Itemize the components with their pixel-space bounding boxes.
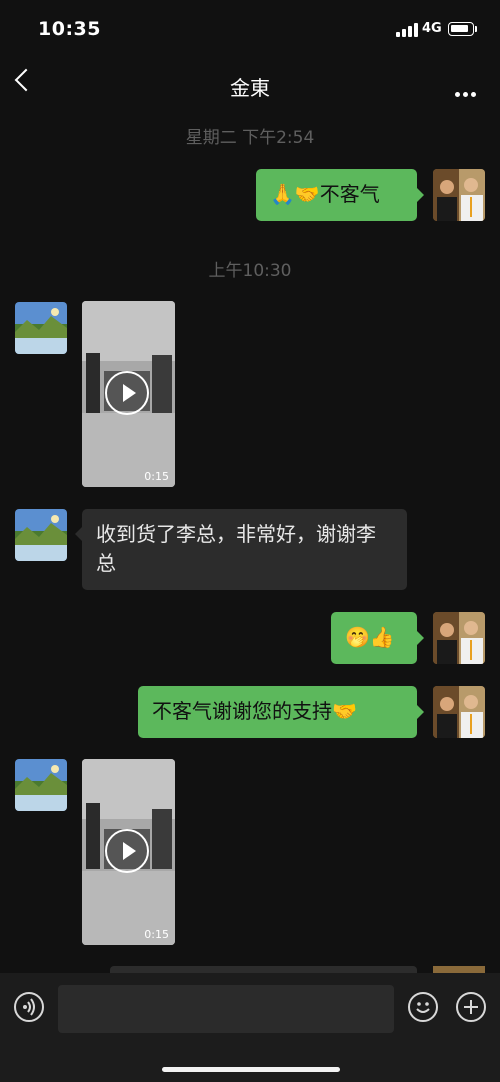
my-avatar[interactable] [433, 612, 485, 664]
my-avatar[interactable] [433, 169, 485, 221]
contact-avatar[interactable] [15, 509, 67, 561]
message-bubble-out[interactable]: 🤭👍 [331, 612, 417, 664]
bubble-tail [417, 631, 424, 645]
message-input[interactable] [58, 985, 394, 1033]
more-icon[interactable] [455, 82, 479, 101]
timestamp: 星期二 下午2:54 [185, 128, 315, 148]
bubble-tail [417, 188, 424, 202]
network-label: 4G [422, 21, 442, 36]
contact-avatar[interactable] [15, 302, 67, 354]
message-bubble-out[interactable]: 不客气谢谢您的支持🤝 [138, 686, 417, 738]
video-duration: 0:15 [144, 470, 169, 483]
contact-avatar[interactable] [15, 759, 67, 811]
my-avatar[interactable] [433, 686, 485, 738]
signal-icon [396, 23, 418, 37]
voice-icon[interactable] [14, 992, 44, 1022]
battery-icon [448, 22, 474, 36]
timestamp: 上午10:30 [208, 261, 292, 281]
video-message[interactable]: 0:15 [82, 759, 175, 945]
battery-tip [475, 26, 477, 32]
bubble-tail [417, 705, 424, 719]
add-icon[interactable] [456, 992, 486, 1022]
home-indicator[interactable] [162, 1067, 340, 1072]
video-duration: 0:15 [144, 928, 169, 941]
video-message[interactable]: 0:15 [82, 301, 175, 487]
play-icon[interactable] [105, 371, 149, 415]
bubble-tail [75, 527, 82, 541]
chat-title: 金東 [230, 76, 270, 100]
message-bubble-in[interactable]: 收到货了李总，非常好，谢谢李总 [82, 509, 407, 590]
status-time: 10:35 [38, 18, 101, 40]
message-bubble-out[interactable]: 🙏🤝不客气 [256, 169, 417, 221]
play-icon[interactable] [105, 829, 149, 873]
emoji-icon[interactable] [408, 992, 438, 1022]
